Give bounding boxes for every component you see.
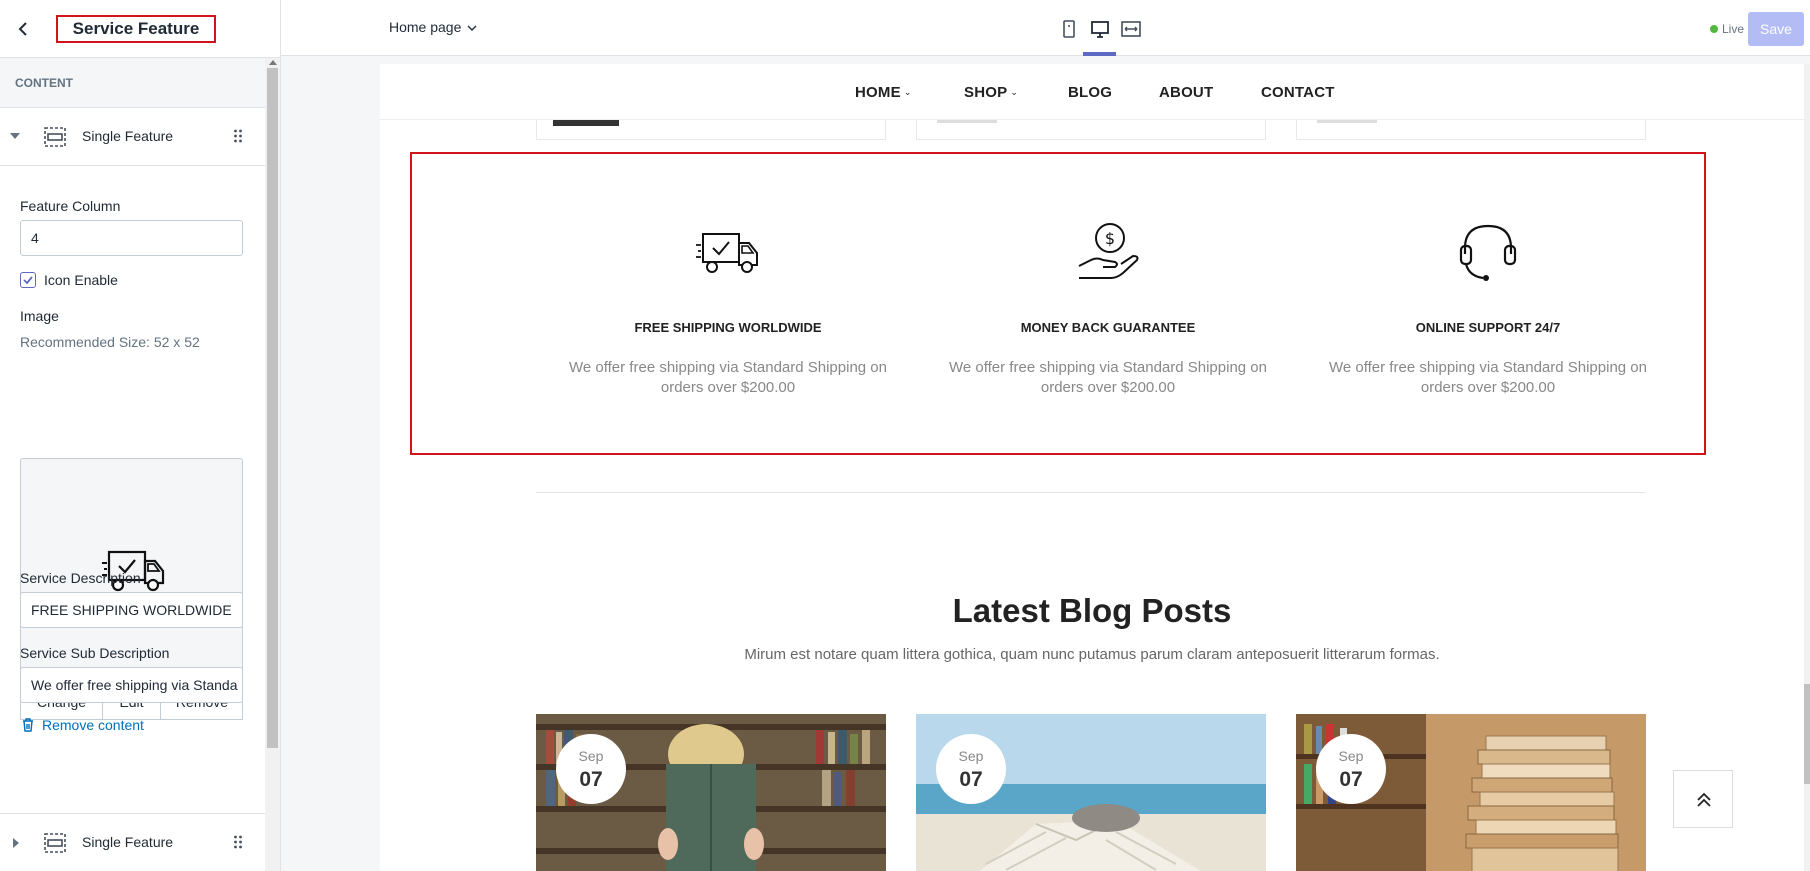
svg-text:$: $	[1105, 229, 1115, 248]
caret-right-icon[interactable]	[13, 838, 19, 848]
service-sub-description-label: Service Sub Description	[20, 645, 170, 661]
blog-post-card[interactable]: Sep 07	[1296, 714, 1646, 871]
nav-home-label: HOME	[855, 84, 901, 101]
service-title: FREE SHIPPING WORLDWIDE	[634, 320, 822, 335]
service-description: We offer free shipping via Standard Ship…	[1329, 359, 1647, 396]
section-divider	[536, 492, 1646, 493]
blog-section-title: Latest Blog Posts	[952, 592, 1232, 629]
service-title: MONEY BACK GUARANTEE	[1020, 320, 1196, 335]
scroll-up-icon[interactable]	[269, 60, 277, 65]
chevron-down-icon	[467, 25, 477, 31]
scroll-to-top-button[interactable]	[1673, 770, 1733, 828]
post-day: 07	[959, 768, 983, 791]
checkmark-icon	[23, 276, 33, 285]
product-thumb	[1317, 120, 1377, 123]
live-dot	[1709, 25, 1718, 33]
service-sub-description-input[interactable]: We offer free shipping via Standa	[20, 667, 243, 703]
page-selector[interactable]: Home page	[389, 19, 477, 35]
post-month: Sep	[578, 748, 604, 764]
service-item: FREE SHIPPING WORLDWIDE We offer free sh…	[538, 154, 918, 453]
image-label: Image	[20, 308, 59, 324]
blog-section-subtitle: Mirum est notare quam littera gothica, q…	[744, 646, 1440, 663]
desktop-view-icon[interactable]	[1089, 18, 1111, 40]
product-card-edge	[1296, 120, 1646, 140]
store-navigation: HOME ⌄ SHOP ⌄ BLOG ABOUT CONTACT	[380, 64, 1804, 120]
block-label: Single Feature	[82, 834, 174, 850]
block-layout-icon	[44, 833, 66, 853]
block-label: Single Feature	[82, 128, 174, 144]
feature-column-input[interactable]: 4	[20, 220, 243, 256]
theme-editor-sidebar: Service Feature CONTENT Single Feature F…	[0, 0, 281, 871]
active-device-indicator	[1083, 52, 1116, 56]
product-thumb	[937, 120, 997, 123]
live-label: Live	[1721, 22, 1744, 36]
product-thumb	[553, 120, 619, 126]
post-month: Sep	[958, 748, 984, 764]
sidebar-scrollbar[interactable]	[265, 58, 280, 871]
service-description: We offer free shipping via Standard Ship…	[569, 359, 887, 396]
caret-down-icon[interactable]	[10, 133, 20, 139]
nav-shop[interactable]: SHOP ⌄	[964, 84, 1018, 101]
product-card-edge	[916, 120, 1266, 140]
block-single-feature-1[interactable]: Single Feature	[0, 108, 265, 166]
drag-handle-icon[interactable]	[233, 128, 243, 144]
mobile-view-icon[interactable]	[1058, 18, 1080, 40]
nav-blog[interactable]: BLOG	[1068, 84, 1112, 101]
service-description-label: Service Description	[20, 570, 141, 586]
storefront-preview: HOME ⌄ SHOP ⌄ BLOG ABOUT CONTACT FREE SHIP…	[380, 64, 1804, 871]
service-description: We offer free shipping via Standard Ship…	[949, 359, 1267, 396]
blog-post-card[interactable]: Sep 07	[536, 714, 886, 871]
icon-enable-label: Icon Enable	[44, 272, 118, 288]
icon-enable-checkbox[interactable]	[20, 272, 36, 288]
double-chevron-up-icon	[1697, 792, 1711, 807]
nav-about[interactable]: ABOUT	[1159, 84, 1213, 101]
chevron-down-icon: ⌄	[1010, 87, 1019, 97]
remove-content-link[interactable]: Remove content	[22, 717, 144, 733]
post-month: Sep	[1338, 748, 1364, 764]
sidebar-scroll-area: CONTENT Single Feature Feature Column 4 …	[0, 58, 265, 871]
block-layout-icon	[44, 127, 66, 147]
remove-content-label: Remove content	[42, 717, 144, 733]
post-day: 07	[1339, 768, 1363, 791]
service-feature-section[interactable]: FREE SHIPPING WORLDWIDE We offer free sh…	[410, 152, 1706, 455]
truck-icon	[696, 233, 758, 273]
post-day: 07	[579, 768, 603, 791]
nav-shop-label: SHOP	[964, 84, 1008, 101]
nav-home[interactable]: HOME ⌄	[855, 84, 912, 101]
post-date-badge: Sep 07	[556, 734, 626, 804]
save-button[interactable]: Save	[1748, 12, 1804, 46]
sidebar-header: Service Feature	[0, 0, 280, 58]
back-arrow-icon[interactable]	[12, 18, 34, 40]
service-description-input[interactable]: FREE SHIPPING WORLDWIDE	[20, 592, 243, 628]
scrollbar-thumb[interactable]	[267, 68, 278, 748]
product-card-edge	[536, 120, 886, 140]
feature-column-label: Feature Column	[20, 198, 121, 214]
chevron-down-icon: ⌄	[903, 87, 912, 97]
feature-settings-form: Feature Column 4 Icon Enable Image Recom…	[0, 166, 265, 814]
service-title: ONLINE SUPPORT 24/7	[1415, 320, 1561, 335]
content-heading: CONTENT	[0, 58, 265, 108]
money-hand-icon: $	[1078, 223, 1139, 279]
editor-topbar: Home page Live Save	[281, 0, 1810, 56]
trash-icon	[23, 718, 33, 732]
block-single-feature-2[interactable]: Single Feature	[0, 814, 265, 871]
nav-contact[interactable]: CONTACT	[1261, 84, 1335, 101]
live-status: Live	[1709, 22, 1744, 36]
service-item: ONLINE SUPPORT 24/7 We offer free shippi…	[1298, 154, 1678, 453]
section-title: Service Feature	[56, 15, 216, 43]
fullwidth-view-icon[interactable]	[1120, 18, 1142, 40]
image-help-text: Recommended Size: 52 x 52	[20, 334, 200, 350]
drag-handle-icon[interactable]	[233, 834, 243, 850]
preview-scrollbar[interactable]	[1804, 64, 1810, 871]
preview-scrollbar-thumb[interactable]	[1804, 684, 1810, 784]
page-selector-label: Home page	[389, 19, 462, 35]
service-item: $ MONEY BACK GUARANTEE We offer free shi…	[918, 154, 1298, 453]
post-date-badge: Sep 07	[936, 734, 1006, 804]
headset-icon	[1459, 224, 1517, 281]
blog-post-card[interactable]: Sep 07	[916, 714, 1266, 871]
post-date-badge: Sep 07	[1316, 734, 1386, 804]
